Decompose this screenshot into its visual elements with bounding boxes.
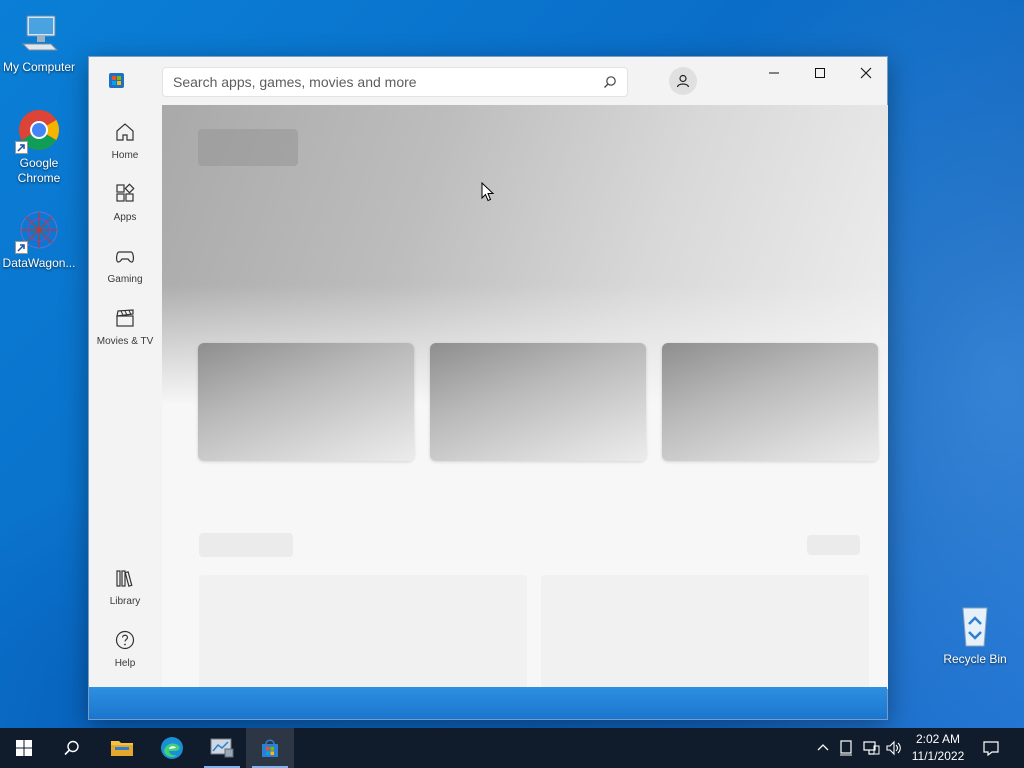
gamepad-icon — [116, 251, 134, 263]
section-title-placeholder — [199, 533, 293, 557]
tray-device-icon[interactable] — [836, 738, 856, 758]
sidebar-item-label: Movies & TV — [96, 336, 154, 347]
maximize-icon — [815, 68, 825, 78]
desktop-icon-label: DataWagon... — [2, 256, 76, 270]
featured-card-placeholder[interactable] — [662, 343, 878, 461]
sidebar-item-help[interactable]: Help — [89, 621, 161, 677]
network-icon — [863, 741, 880, 755]
clock-time: 2:02 AM — [915, 732, 961, 746]
search-icon — [64, 740, 79, 756]
featured-card-placeholder[interactable] — [198, 343, 414, 461]
desktop-icon-google-chrome[interactable]: Google Chrome — [1, 106, 77, 186]
taskbar-search-button[interactable] — [48, 728, 96, 768]
clock-date: 11/1/2022 — [911, 749, 965, 763]
tray-volume-icon[interactable] — [884, 738, 904, 758]
desktop-icon-label: My Computer — [2, 60, 76, 74]
library-icon — [116, 570, 133, 587]
see-all-placeholder[interactable] — [807, 535, 860, 555]
computer-icon — [15, 10, 63, 58]
clapperboard-icon — [116, 309, 134, 327]
list-tile-placeholder[interactable] — [199, 575, 527, 689]
taskbar: 2:02 AM 11/1/2022 — [0, 728, 1024, 768]
sidebar-item-apps[interactable]: Apps — [89, 175, 161, 231]
taskbar-server-manager[interactable] — [198, 728, 246, 768]
store-icon — [262, 739, 278, 757]
shortcut-arrow-icon — [15, 141, 28, 154]
maximize-button[interactable] — [797, 57, 843, 89]
window-bottom-strip — [89, 687, 887, 719]
search-placeholder: Search apps, games, movies and more — [173, 74, 417, 90]
speaker-icon — [886, 740, 901, 756]
minimize-button[interactable] — [751, 57, 797, 89]
apps-icon — [116, 183, 135, 202]
user-icon — [676, 74, 690, 88]
sidebar: Home Apps Gaming Movies & TV Library Hel… — [89, 105, 161, 689]
sidebar-item-gaming[interactable]: Gaming — [89, 237, 161, 293]
home-icon — [116, 123, 134, 141]
sidebar-item-movies-tv[interactable]: Movies & TV — [89, 299, 161, 355]
taskbar-file-explorer[interactable] — [98, 728, 146, 768]
desktop-icon-label: Recycle Bin — [943, 652, 1007, 666]
file-explorer-icon — [111, 741, 133, 756]
sidebar-item-label: Library — [109, 596, 141, 607]
search-icon[interactable] — [603, 75, 617, 89]
desktop-icon-my-computer[interactable]: My Computer — [1, 10, 77, 75]
list-tile-placeholder[interactable] — [541, 575, 869, 689]
store-window: Search apps, games, movies and more Home… — [88, 56, 888, 720]
taskbar-clock[interactable]: 2:02 AM 11/1/2022 — [906, 731, 970, 765]
close-button[interactable] — [843, 57, 889, 89]
sidebar-item-home[interactable]: Home — [89, 113, 161, 169]
windows-start-icon — [16, 740, 32, 756]
desktop-icon-datawagon[interactable]: DataWagon... — [1, 206, 77, 271]
featured-card-placeholder[interactable] — [430, 343, 646, 461]
chrome-icon — [15, 106, 63, 154]
minimize-icon — [769, 72, 779, 74]
shortcut-arrow-icon — [15, 241, 28, 254]
show-hidden-icons-button[interactable] — [813, 738, 833, 758]
datawagon-icon — [15, 206, 63, 254]
action-center-button[interactable] — [981, 738, 1001, 758]
chevron-up-icon — [817, 744, 829, 751]
edge-icon — [161, 737, 183, 759]
sidebar-item-library[interactable]: Library — [89, 559, 161, 615]
taskbar-edge[interactable] — [148, 728, 196, 768]
title-bar: Search apps, games, movies and more — [89, 57, 887, 105]
sidebar-item-label: Home — [111, 150, 139, 161]
mouse-cursor-icon — [481, 182, 495, 202]
server-manager-icon — [210, 738, 234, 758]
store-logo-icon — [109, 73, 124, 88]
account-avatar[interactable] — [669, 67, 697, 95]
sidebar-item-label: Gaming — [107, 274, 143, 285]
tray-network-icon[interactable] — [861, 738, 881, 758]
desktop-icon-label: Google Chrome — [17, 156, 61, 185]
start-button[interactable] — [0, 728, 48, 768]
taskbar-store[interactable] — [246, 728, 294, 768]
sidebar-item-label: Apps — [113, 212, 137, 223]
hero-title-placeholder — [198, 129, 298, 166]
close-icon — [860, 67, 872, 79]
device-icon — [840, 740, 852, 756]
main-content — [162, 105, 888, 689]
recycle-bin-icon — [951, 602, 999, 650]
sidebar-item-label: Help — [114, 658, 136, 669]
help-icon — [115, 630, 135, 650]
search-input[interactable]: Search apps, games, movies and more — [162, 67, 628, 97]
desktop-icon-recycle-bin[interactable]: Recycle Bin — [937, 602, 1013, 667]
notification-icon — [983, 741, 999, 756]
